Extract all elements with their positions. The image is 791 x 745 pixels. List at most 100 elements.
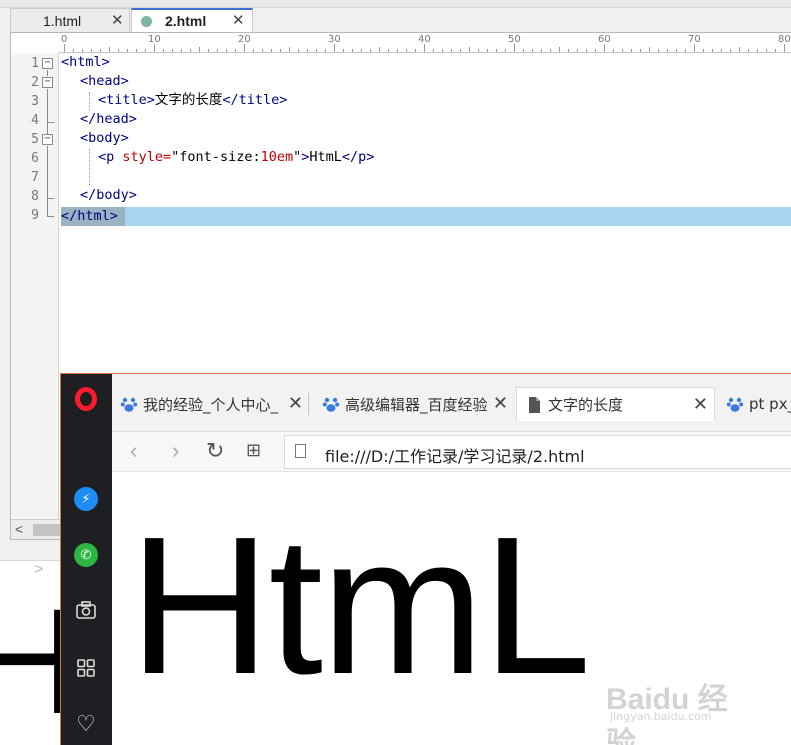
ruler-tick [307, 49, 308, 52]
tab-label: 2.html [165, 13, 207, 29]
line-number: 1 [31, 56, 39, 71]
close-icon[interactable]: ✕ [288, 393, 303, 414]
ruler-tick [361, 49, 362, 52]
file-status-icon [141, 15, 152, 27]
whatsapp-icon[interactable]: ✆ [73, 542, 99, 568]
scroll-thumb[interactable] [33, 524, 63, 536]
ruler-tick [442, 49, 443, 52]
ruler-tick [334, 44, 335, 52]
fold-end-marker [47, 198, 54, 199]
code-token: </p> [341, 149, 375, 165]
ruler-label: 60 [598, 34, 611, 45]
ruler-tick [298, 49, 299, 52]
ruler-tick [604, 44, 605, 52]
browser-tab[interactable]: 我的经验_个人中心_ ✕ [112, 387, 309, 421]
code-token: </title> [222, 92, 288, 108]
tab-title: 高级编辑器_百度经验 [345, 395, 488, 414]
ruler-tick [757, 49, 758, 52]
tab-1-html[interactable]: 1.html ✕ [10, 8, 130, 32]
ruler-tick [235, 49, 236, 52]
ruler-tick [271, 49, 272, 52]
ruler-tick [244, 44, 245, 52]
ruler-tick [190, 49, 191, 52]
opera-logo-icon[interactable] [73, 386, 99, 412]
ruler-tick [136, 49, 137, 52]
watermark-site: jingyan.baidu.com [610, 710, 712, 723]
camera-icon[interactable] [73, 597, 99, 623]
ruler-tick [118, 49, 119, 52]
page-icon [295, 444, 306, 458]
code-token: </head> [80, 111, 137, 127]
url-text[interactable]: file:///D:/工作记录/学习记录/2.html [325, 443, 585, 467]
ruler-tick [649, 47, 650, 52]
ruler-tick [145, 49, 146, 52]
fold-toggle-icon[interactable]: − [42, 77, 53, 88]
tab-2-html[interactable]: 2.html ✕ [131, 8, 253, 32]
fold-line [47, 146, 48, 216]
messenger-icon[interactable]: ⚡ [73, 486, 99, 512]
fold-toggle-icon[interactable]: − [42, 58, 53, 69]
ruler-tick [478, 49, 479, 52]
ruler-tick [460, 49, 461, 52]
code-token: " [293, 149, 302, 165]
ruler-tick [694, 44, 695, 52]
ruler-tick [613, 49, 614, 52]
scroll-left-icon[interactable]: < [15, 521, 23, 537]
address-bar[interactable]: file:///D:/工作记录/学习记录/2.html [284, 435, 791, 469]
editor-top-strip [0, 0, 791, 8]
ruler-tick [370, 49, 371, 52]
ruler-tick [199, 47, 200, 52]
tab-title: 文字的长度 [548, 396, 624, 414]
reload-button[interactable]: ↻ [206, 438, 224, 464]
ruler-tick [658, 49, 659, 52]
ruler-label: 40 [418, 34, 431, 45]
ruler-tick [469, 47, 470, 52]
ruler-tick [559, 47, 560, 52]
tab-overview-button[interactable]: ⊞ [246, 440, 261, 461]
ruler-tick [163, 49, 164, 52]
ruler-tick [397, 49, 398, 52]
ruler-tick [217, 49, 218, 52]
close-icon[interactable]: ✕ [111, 11, 124, 29]
code-token: HtmL [309, 149, 342, 165]
ruler-tick [127, 49, 128, 52]
forward-button[interactable]: › [172, 438, 179, 464]
line-number: 9 [31, 208, 39, 223]
baidu-paw-icon [726, 397, 744, 412]
ruler-tick [586, 49, 587, 52]
ruler-tick [379, 47, 380, 52]
ruler-label: 10 [148, 34, 161, 45]
ruler-tick [496, 49, 497, 52]
ruler-tick [595, 49, 596, 52]
browser-tab[interactable]: pt px_ [718, 387, 791, 421]
speed-dial-icon[interactable] [73, 655, 99, 681]
close-icon[interactable]: ✕ [488, 393, 508, 414]
ruler-tick [433, 49, 434, 52]
line-number: 2 [31, 75, 39, 90]
line-number: 7 [31, 170, 39, 185]
ruler-tick [154, 44, 155, 52]
ruler-tick [91, 49, 92, 52]
ruler-tick [451, 49, 452, 52]
browser-tab[interactable]: 高级编辑器_百度经验 ✕ [314, 387, 514, 421]
ruler-tick [667, 49, 668, 52]
ruler-tick [703, 49, 704, 52]
line-number-gutter: 1 2 3 4 5 6 7 8 9 − − − [11, 53, 59, 519]
ruler-tick [532, 49, 533, 52]
fold-toggle-icon[interactable]: − [42, 134, 53, 145]
tab-separator [308, 393, 309, 415]
ruler-tick [730, 49, 731, 52]
ruler-tick [172, 49, 173, 52]
line-number: 8 [31, 189, 39, 204]
browser-tab-active[interactable]: 文字的长度 ✕ [516, 387, 715, 421]
ruler-tick [550, 49, 551, 52]
ruler-label: 70 [688, 34, 701, 45]
back-button[interactable]: ‹ [130, 438, 137, 464]
close-icon[interactable]: ✕ [693, 394, 708, 415]
code-token: <html> [61, 54, 110, 70]
editor-tab-bar: 1.html ✕ 2.html ✕ [0, 8, 791, 32]
ruler-tick [721, 49, 722, 52]
heart-icon[interactable]: ♡ [73, 711, 99, 737]
code-token: style= [122, 149, 172, 165]
close-icon[interactable]: ✕ [232, 11, 245, 29]
